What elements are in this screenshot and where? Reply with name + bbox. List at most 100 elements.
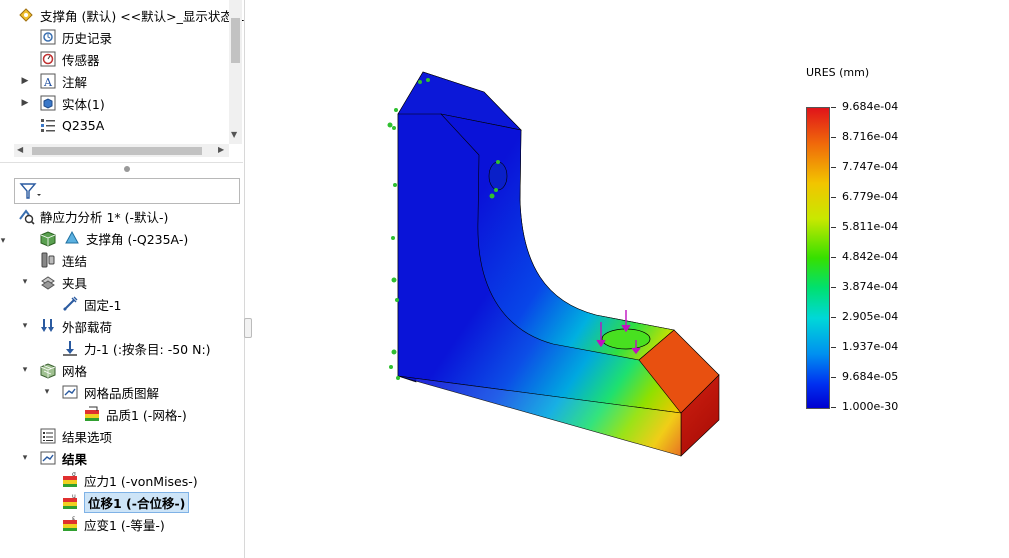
tree-item-label-selected: 位移1 (-合位移-)	[84, 491, 190, 513]
tree-item-fixtures[interactable]: 夹具	[38, 271, 87, 293]
legend-tick-label: 9.684e-04	[842, 100, 899, 113]
solid-body-icon	[38, 93, 58, 113]
tree-item-fixture-1[interactable]: 固定-1	[60, 293, 121, 315]
expand-arrow-icon[interactable]: ▾	[20, 359, 30, 381]
result-plot-icon	[82, 404, 102, 424]
tree-item-label: 注解	[62, 74, 88, 90]
tree-item-label: 历史记录	[62, 30, 113, 46]
tree-item-part[interactable]: 支撑角 (默认) <<默认>_显示状态 1	[16, 4, 245, 26]
svg-text:A: A	[43, 76, 53, 89]
tree-item-quality-1[interactable]: 品质1 (-网格-)	[82, 403, 187, 425]
tree-item-connections[interactable]: 连结	[38, 249, 87, 271]
tree-item-label: 品质1 (-网格-)	[106, 407, 187, 423]
strain-plot-icon: ε	[60, 514, 80, 534]
material-icon	[38, 115, 58, 135]
annotation-icon: A	[38, 71, 58, 91]
legend-tick-label: 8.716e-04	[842, 130, 899, 143]
scrollbar-thumb[interactable]	[32, 147, 202, 155]
displacement-plot-icon: u	[60, 492, 80, 512]
fixtures-icon	[38, 272, 58, 292]
tree-item-force-1[interactable]: 力-1 (:按条目: -50 N:)	[60, 337, 211, 359]
scrollbar-thumb[interactable]	[231, 18, 240, 63]
legend-tick-label: 7.747e-04	[842, 160, 899, 173]
tree-item-mesh-quality-plot[interactable]: 网格品质图解	[60, 381, 159, 403]
displacement-model[interactable]	[246, 0, 1009, 558]
history-icon	[38, 27, 58, 47]
expand-arrow-icon[interactable]: ▶	[20, 70, 30, 92]
external-loads-icon	[38, 316, 58, 336]
svg-text:u: u	[72, 493, 76, 500]
legend-tick-label: 1.937e-04	[842, 340, 899, 353]
tree-item-label: 实体(1)	[62, 96, 105, 112]
expand-arrow-icon[interactable]: ▶	[20, 92, 30, 114]
horizontal-scrollbar[interactable]: ◀ ▶	[14, 144, 229, 157]
tree-item-label: 支撑角 (-Q235A-)	[86, 231, 189, 247]
tree-item-study[interactable]: 静应力分析 1* (-默认-)	[16, 205, 168, 227]
force-arrow-icon	[60, 338, 80, 358]
tree-item-label: 网格品质图解	[84, 385, 160, 401]
expand-arrow-icon[interactable]: ▾	[20, 447, 30, 469]
graphics-viewport[interactable]	[246, 0, 1009, 558]
static-study-icon	[16, 206, 36, 226]
connections-icon	[38, 250, 58, 270]
tree-item-label: 结果	[62, 451, 88, 467]
tree-item-label: 应力1 (-vonMises-)	[84, 473, 198, 489]
tree-item-history[interactable]: 历史记录	[38, 26, 112, 48]
scroll-right-icon[interactable]: ▶	[218, 145, 224, 154]
top-hole	[488, 161, 508, 191]
folder-icon	[60, 382, 80, 402]
tree-item-loads[interactable]: 外部载荷	[38, 315, 112, 337]
tree-item-label: 结果选项	[62, 429, 113, 445]
solid-part-icon	[62, 228, 82, 248]
svg-text:ε: ε	[72, 515, 75, 522]
tree-item-annotations[interactable]: A 注解	[38, 70, 87, 92]
expand-arrow-icon[interactable]: ▾	[0, 230, 8, 252]
simulation-tree: ▾ 静应力分析 1* (-默认-) 支撑角 (-Q235A-) 连结 ▾ 夹具 …	[0, 204, 243, 558]
tree-item-label: 网格	[62, 363, 88, 379]
legend-tick-label: 5.811e-04	[842, 220, 899, 233]
tree-item-label: 传感器	[62, 52, 100, 68]
tree-item-part-material[interactable]: 支撑角 (-Q235A-)	[38, 227, 188, 249]
legend-tick-label: 2.905e-04	[842, 310, 899, 323]
legend-colorbar[interactable]	[806, 107, 830, 409]
tree-item-mesh[interactable]: 网格	[38, 359, 87, 381]
legend-tick-label: 1.000e-30	[842, 400, 899, 413]
panel-splitter[interactable]	[0, 162, 243, 176]
sensor-icon	[38, 49, 58, 69]
tree-item-result-options[interactable]: 结果选项	[38, 425, 112, 447]
feature-manager-panel: 支撑角 (默认) <<默认>_显示状态 1 历史记录 传感器 ▶ A 注解 ▶	[0, 0, 245, 558]
tree-item-label: 连结	[62, 253, 88, 269]
results-folder-icon	[38, 448, 58, 468]
tree-item-displacement-1[interactable]: u 位移1 (-合位移-)	[60, 491, 190, 513]
tree-item-strain-1[interactable]: ε 应变1 (-等量-)	[60, 513, 165, 535]
filter-box[interactable]	[14, 178, 240, 204]
tree-item-label: 支撑角 (默认) <<默认>_显示状态 1	[40, 8, 245, 24]
tree-item-label: 静应力分析 1* (-默认-)	[40, 209, 169, 225]
part-icon	[16, 5, 36, 25]
tree-item-bodies[interactable]: 实体(1)	[38, 92, 105, 114]
feature-tree: 支撑角 (默认) <<默认>_显示状态 1 历史记录 传感器 ▶ A 注解 ▶	[0, 0, 245, 160]
tree-item-material[interactable]: Q235A	[38, 114, 104, 136]
splitter-handle-icon[interactable]	[124, 166, 130, 172]
expand-arrow-icon[interactable]: ▾	[42, 381, 52, 403]
svg-text:σ: σ	[72, 471, 76, 478]
scroll-down-icon[interactable]: ▼	[231, 130, 237, 139]
expand-arrow-icon[interactable]: ▾	[20, 315, 30, 337]
vertical-scrollbar[interactable]: ▼	[229, 0, 242, 144]
tree-item-label: 固定-1	[84, 297, 122, 313]
expand-arrow-icon[interactable]: ▾	[20, 271, 30, 293]
mesh-part-icon	[38, 228, 58, 248]
tree-item-label: 应变1 (-等量-)	[84, 517, 165, 533]
tree-item-label: 外部载荷	[62, 319, 113, 335]
legend-tick-label: 3.874e-04	[842, 280, 899, 293]
tree-item-label: Q235A	[62, 117, 105, 133]
tree-item-results[interactable]: 结果	[38, 447, 87, 469]
tree-item-label: 力-1 (:按条目: -50 N:)	[84, 341, 211, 357]
result-options-icon	[38, 426, 58, 446]
fixed-geometry-icon	[60, 294, 80, 314]
scroll-left-icon[interactable]: ◀	[17, 145, 23, 154]
tree-item-stress-1[interactable]: σ 应力1 (-vonMises-)	[60, 469, 198, 491]
filter-icon[interactable]	[19, 182, 43, 200]
legend-title: URES (mm)	[806, 66, 870, 79]
tree-item-sensors[interactable]: 传感器	[38, 48, 100, 70]
